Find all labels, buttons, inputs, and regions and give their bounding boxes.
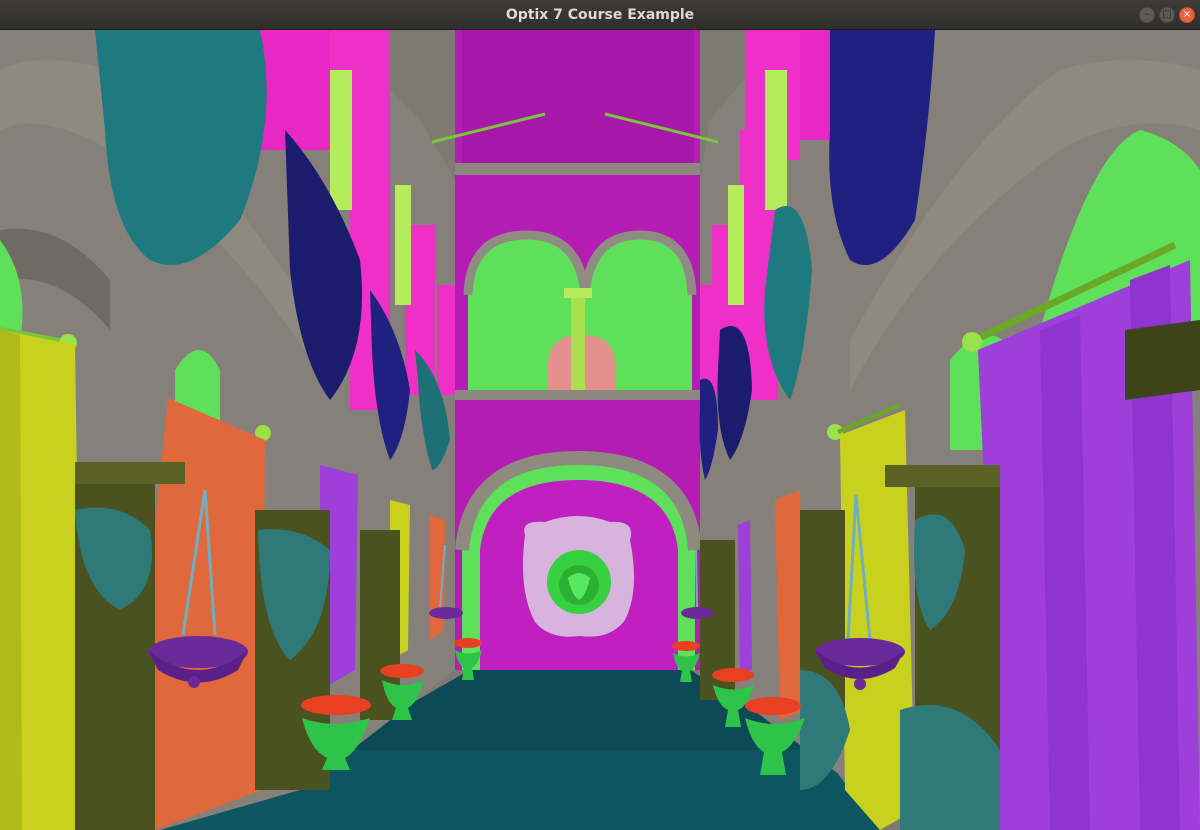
app-window: Optix 7 Course Example – □ × [0,0,1200,830]
title-bar[interactable]: Optix 7 Course Example – □ × [0,0,1200,30]
window-title: Optix 7 Course Example [505,7,695,23]
upper-ledge [455,163,700,175]
left-pillar-cap-1 [75,462,185,484]
right-green-column-2 [728,185,744,305]
right-pillar-cap-1 [885,465,1000,487]
lion-crest [522,516,634,637]
right-pink-pillar-4 [700,285,712,395]
left-green-column [330,70,352,210]
close-button[interactable]: × [1179,7,1195,23]
rendered-scene [0,30,1200,830]
render-viewport[interactable] [0,30,1200,830]
upper-column-capital [564,288,592,298]
left-yellow-curtain-fold [0,330,22,830]
right-rod-finial [962,332,982,352]
right-green-column [765,70,787,210]
upper-wall-panel [462,30,694,165]
middle-ledge [455,390,700,400]
left-pink-pillar-4 [437,285,455,395]
left-green-column-2 [395,185,411,305]
minimize-button[interactable]: – [1139,7,1155,23]
maximize-button[interactable]: □ [1159,7,1175,23]
right-purple-curtain-far [738,520,752,675]
upper-column [571,295,585,390]
right-dark-ledge [1125,320,1200,400]
